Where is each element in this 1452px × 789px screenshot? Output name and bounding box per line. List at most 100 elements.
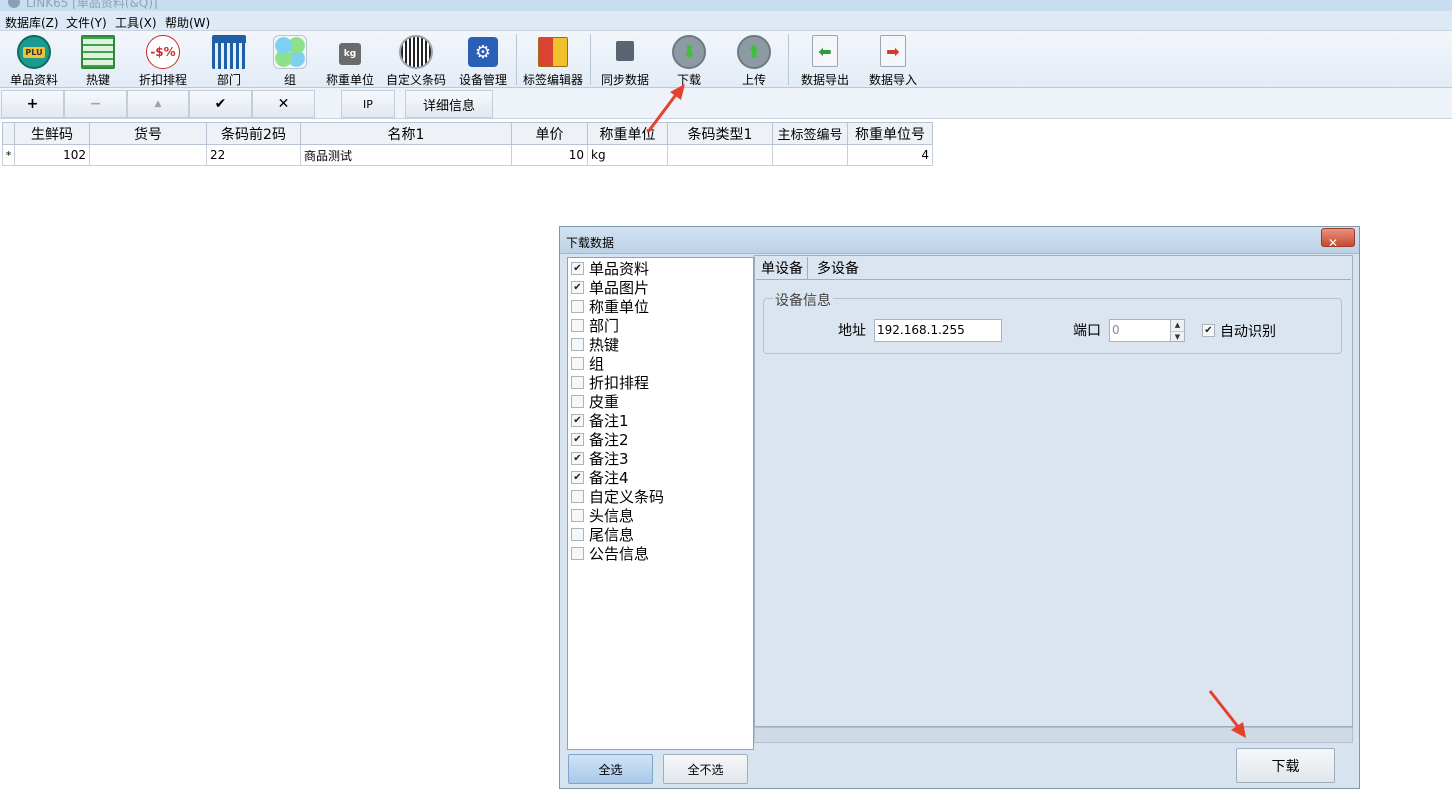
details-button[interactable]: 详细信息 bbox=[405, 90, 493, 118]
delete-record-button[interactable]: − bbox=[64, 90, 127, 118]
checkbox[interactable] bbox=[571, 319, 584, 332]
port-stepper[interactable]: 0 ▲ ▼ bbox=[1109, 319, 1185, 342]
toolbar-upload-button[interactable]: ⬆ 上传 bbox=[724, 31, 784, 88]
checklist-item[interactable]: ✔ 备注1 bbox=[571, 411, 629, 430]
cancel-record-button[interactable]: ✕ bbox=[252, 90, 315, 118]
checkbox[interactable]: ✔ bbox=[1202, 324, 1215, 337]
dialog-title: 下载数据 bbox=[566, 236, 615, 250]
spin-down-icon[interactable]: ▼ bbox=[1171, 331, 1184, 342]
toolbar-weight-unit-button[interactable]: kg 称重单位 bbox=[322, 31, 378, 88]
table-cell[interactable]: 商品测试 bbox=[300, 144, 512, 166]
port-value: 0 bbox=[1112, 323, 1120, 337]
table-cell[interactable]: kg bbox=[587, 144, 668, 166]
table-cell[interactable]: 10 bbox=[511, 144, 588, 166]
toolbar-separator bbox=[516, 34, 517, 85]
checkbox[interactable] bbox=[571, 357, 584, 370]
checklist-item[interactable]: ✔ 备注3 bbox=[571, 449, 629, 468]
title-bar: LINK65 [单品资料(&Q)] bbox=[0, 0, 1452, 11]
spin-up-icon[interactable]: ▲ bbox=[1171, 320, 1184, 331]
checkbox[interactable] bbox=[571, 490, 584, 503]
checklist-item[interactable]: ✔ 单品资料 bbox=[571, 259, 649, 278]
checklist-item[interactable]: ✔ 单品图片 bbox=[571, 278, 649, 297]
select-none-button[interactable]: 全不选 bbox=[663, 754, 748, 784]
column-header[interactable]: 称重单位号 bbox=[847, 122, 933, 145]
port-spin-buttons[interactable]: ▲ ▼ bbox=[1170, 320, 1184, 341]
checklist-item[interactable]: 皮重 bbox=[571, 392, 619, 411]
checklist-item[interactable]: 热键 bbox=[571, 335, 619, 354]
download-confirm-button[interactable]: 下载 bbox=[1236, 748, 1335, 783]
checklist-item[interactable]: 组 bbox=[571, 354, 604, 373]
toolbar-department-button[interactable]: 部门 bbox=[198, 31, 260, 88]
checkbox[interactable]: ✔ bbox=[571, 452, 584, 465]
dialog-close-button[interactable]: ✕ bbox=[1321, 228, 1355, 250]
checkbox[interactable] bbox=[571, 338, 584, 351]
plu-data-grid: 生鲜码 货号 条码前2码 名称1 单价 称重单位 条码类型1 主标签编号 称重单… bbox=[2, 122, 933, 166]
group-title: 设备信息 bbox=[773, 290, 833, 310]
checklist-item[interactable]: 称重单位 bbox=[571, 297, 649, 316]
post-record-button[interactable]: ✔ bbox=[189, 90, 252, 118]
checklist-item[interactable]: ✔ 备注2 bbox=[571, 430, 629, 449]
grid-indicator-header bbox=[2, 122, 15, 145]
menu-file[interactable]: 文件(Y) bbox=[66, 14, 107, 31]
column-header[interactable]: 生鲜码 bbox=[14, 122, 90, 145]
toolbar-hotkey-button[interactable]: 热键 bbox=[68, 31, 128, 88]
checklist-item[interactable]: 公告信息 bbox=[571, 544, 649, 563]
table-cell[interactable] bbox=[772, 144, 848, 166]
checkbox[interactable]: ✔ bbox=[571, 281, 584, 294]
address-input[interactable]: 192.168.1.255 bbox=[874, 319, 1002, 342]
column-header[interactable]: 货号 bbox=[89, 122, 207, 145]
table-cell[interactable] bbox=[89, 144, 207, 166]
menu-tools[interactable]: 工具(X) bbox=[115, 14, 157, 31]
checkbox[interactable]: ✔ bbox=[571, 262, 584, 275]
column-header[interactable]: 名称1 bbox=[300, 122, 512, 145]
tab-single-device[interactable]: 单设备 bbox=[757, 257, 808, 279]
table-cell[interactable] bbox=[667, 144, 773, 166]
checkbox[interactable] bbox=[571, 376, 584, 389]
tab-multi-device[interactable]: 多设备 bbox=[813, 257, 863, 279]
toolbar-label-editor-button[interactable]: 标签编辑器 bbox=[520, 31, 586, 88]
single-device-panel: 设备信息 地址 192.168.1.255 端口 0 ▲ ▼ ✔ 自动识别 bbox=[756, 279, 1351, 724]
checklist-item[interactable]: 自定义条码 bbox=[571, 487, 664, 506]
move-up-button[interactable]: ▲ bbox=[127, 90, 189, 118]
toolbar: PLU 单品资料 热键 -$% 折扣排程 部门 组 kg 称重单位 自定义条码 … bbox=[0, 31, 1452, 88]
toolbar-plu-button[interactable]: PLU 单品资料 bbox=[4, 31, 64, 88]
menu-help[interactable]: 帮助(W) bbox=[165, 14, 210, 31]
checkbox[interactable] bbox=[571, 395, 584, 408]
checklist-item[interactable]: ✔ 备注4 bbox=[571, 468, 629, 487]
menu-database[interactable]: 数据库(Z) bbox=[5, 14, 59, 31]
column-header[interactable]: 条码前2码 bbox=[206, 122, 301, 145]
add-record-button[interactable]: + bbox=[1, 90, 64, 118]
toolbar-data-export-button[interactable]: ⬅ 数据导出 bbox=[794, 31, 856, 88]
column-header[interactable]: 单价 bbox=[511, 122, 588, 145]
checklist-item[interactable]: 头信息 bbox=[571, 506, 634, 525]
checklist-item[interactable]: 部门 bbox=[571, 316, 619, 335]
toolbar-group-button[interactable]: 组 bbox=[262, 31, 318, 88]
dialog-title-bar: 下载数据 ✕ bbox=[560, 227, 1359, 254]
select-all-button[interactable]: 全选 bbox=[568, 754, 653, 784]
auto-detect-checkbox[interactable]: ✔ 自动识别 bbox=[1202, 321, 1276, 340]
toolbar-data-import-button[interactable]: ➡ 数据导入 bbox=[862, 31, 924, 88]
checkbox[interactable] bbox=[571, 300, 584, 313]
checkbox[interactable]: ✔ bbox=[571, 433, 584, 446]
checkbox[interactable]: ✔ bbox=[571, 471, 584, 484]
table-cell[interactable]: 22 bbox=[206, 144, 301, 166]
barcode-icon bbox=[399, 35, 433, 69]
checkbox[interactable] bbox=[571, 509, 584, 522]
checkbox[interactable] bbox=[571, 528, 584, 541]
table-row[interactable]: * 102 22 商品测试 10 kg 4 bbox=[2, 144, 933, 166]
ip-button[interactable]: IP bbox=[341, 90, 395, 118]
table-cell[interactable]: 4 bbox=[847, 144, 933, 166]
toolbar-device-manage-button[interactable]: ⚙ 设备管理 bbox=[454, 31, 512, 88]
checklist-item[interactable]: 尾信息 bbox=[571, 525, 634, 544]
row-indicator: * bbox=[2, 144, 15, 166]
department-building-icon bbox=[212, 35, 246, 69]
toolbar-custom-barcode-button[interactable]: 自定义条码 bbox=[382, 31, 450, 88]
checkbox[interactable]: ✔ bbox=[571, 414, 584, 427]
toolbar-discount-button[interactable]: -$% 折扣排程 bbox=[132, 31, 194, 88]
column-header[interactable]: 主标签编号 bbox=[772, 122, 848, 145]
record-navigator: + − ▲ ✔ ✕ IP 详细信息 bbox=[0, 88, 1452, 119]
weight-kg-icon: kg bbox=[339, 43, 361, 65]
checkbox[interactable] bbox=[571, 547, 584, 560]
checklist-item[interactable]: 折扣排程 bbox=[571, 373, 649, 392]
table-cell[interactable]: 102 bbox=[14, 144, 90, 166]
